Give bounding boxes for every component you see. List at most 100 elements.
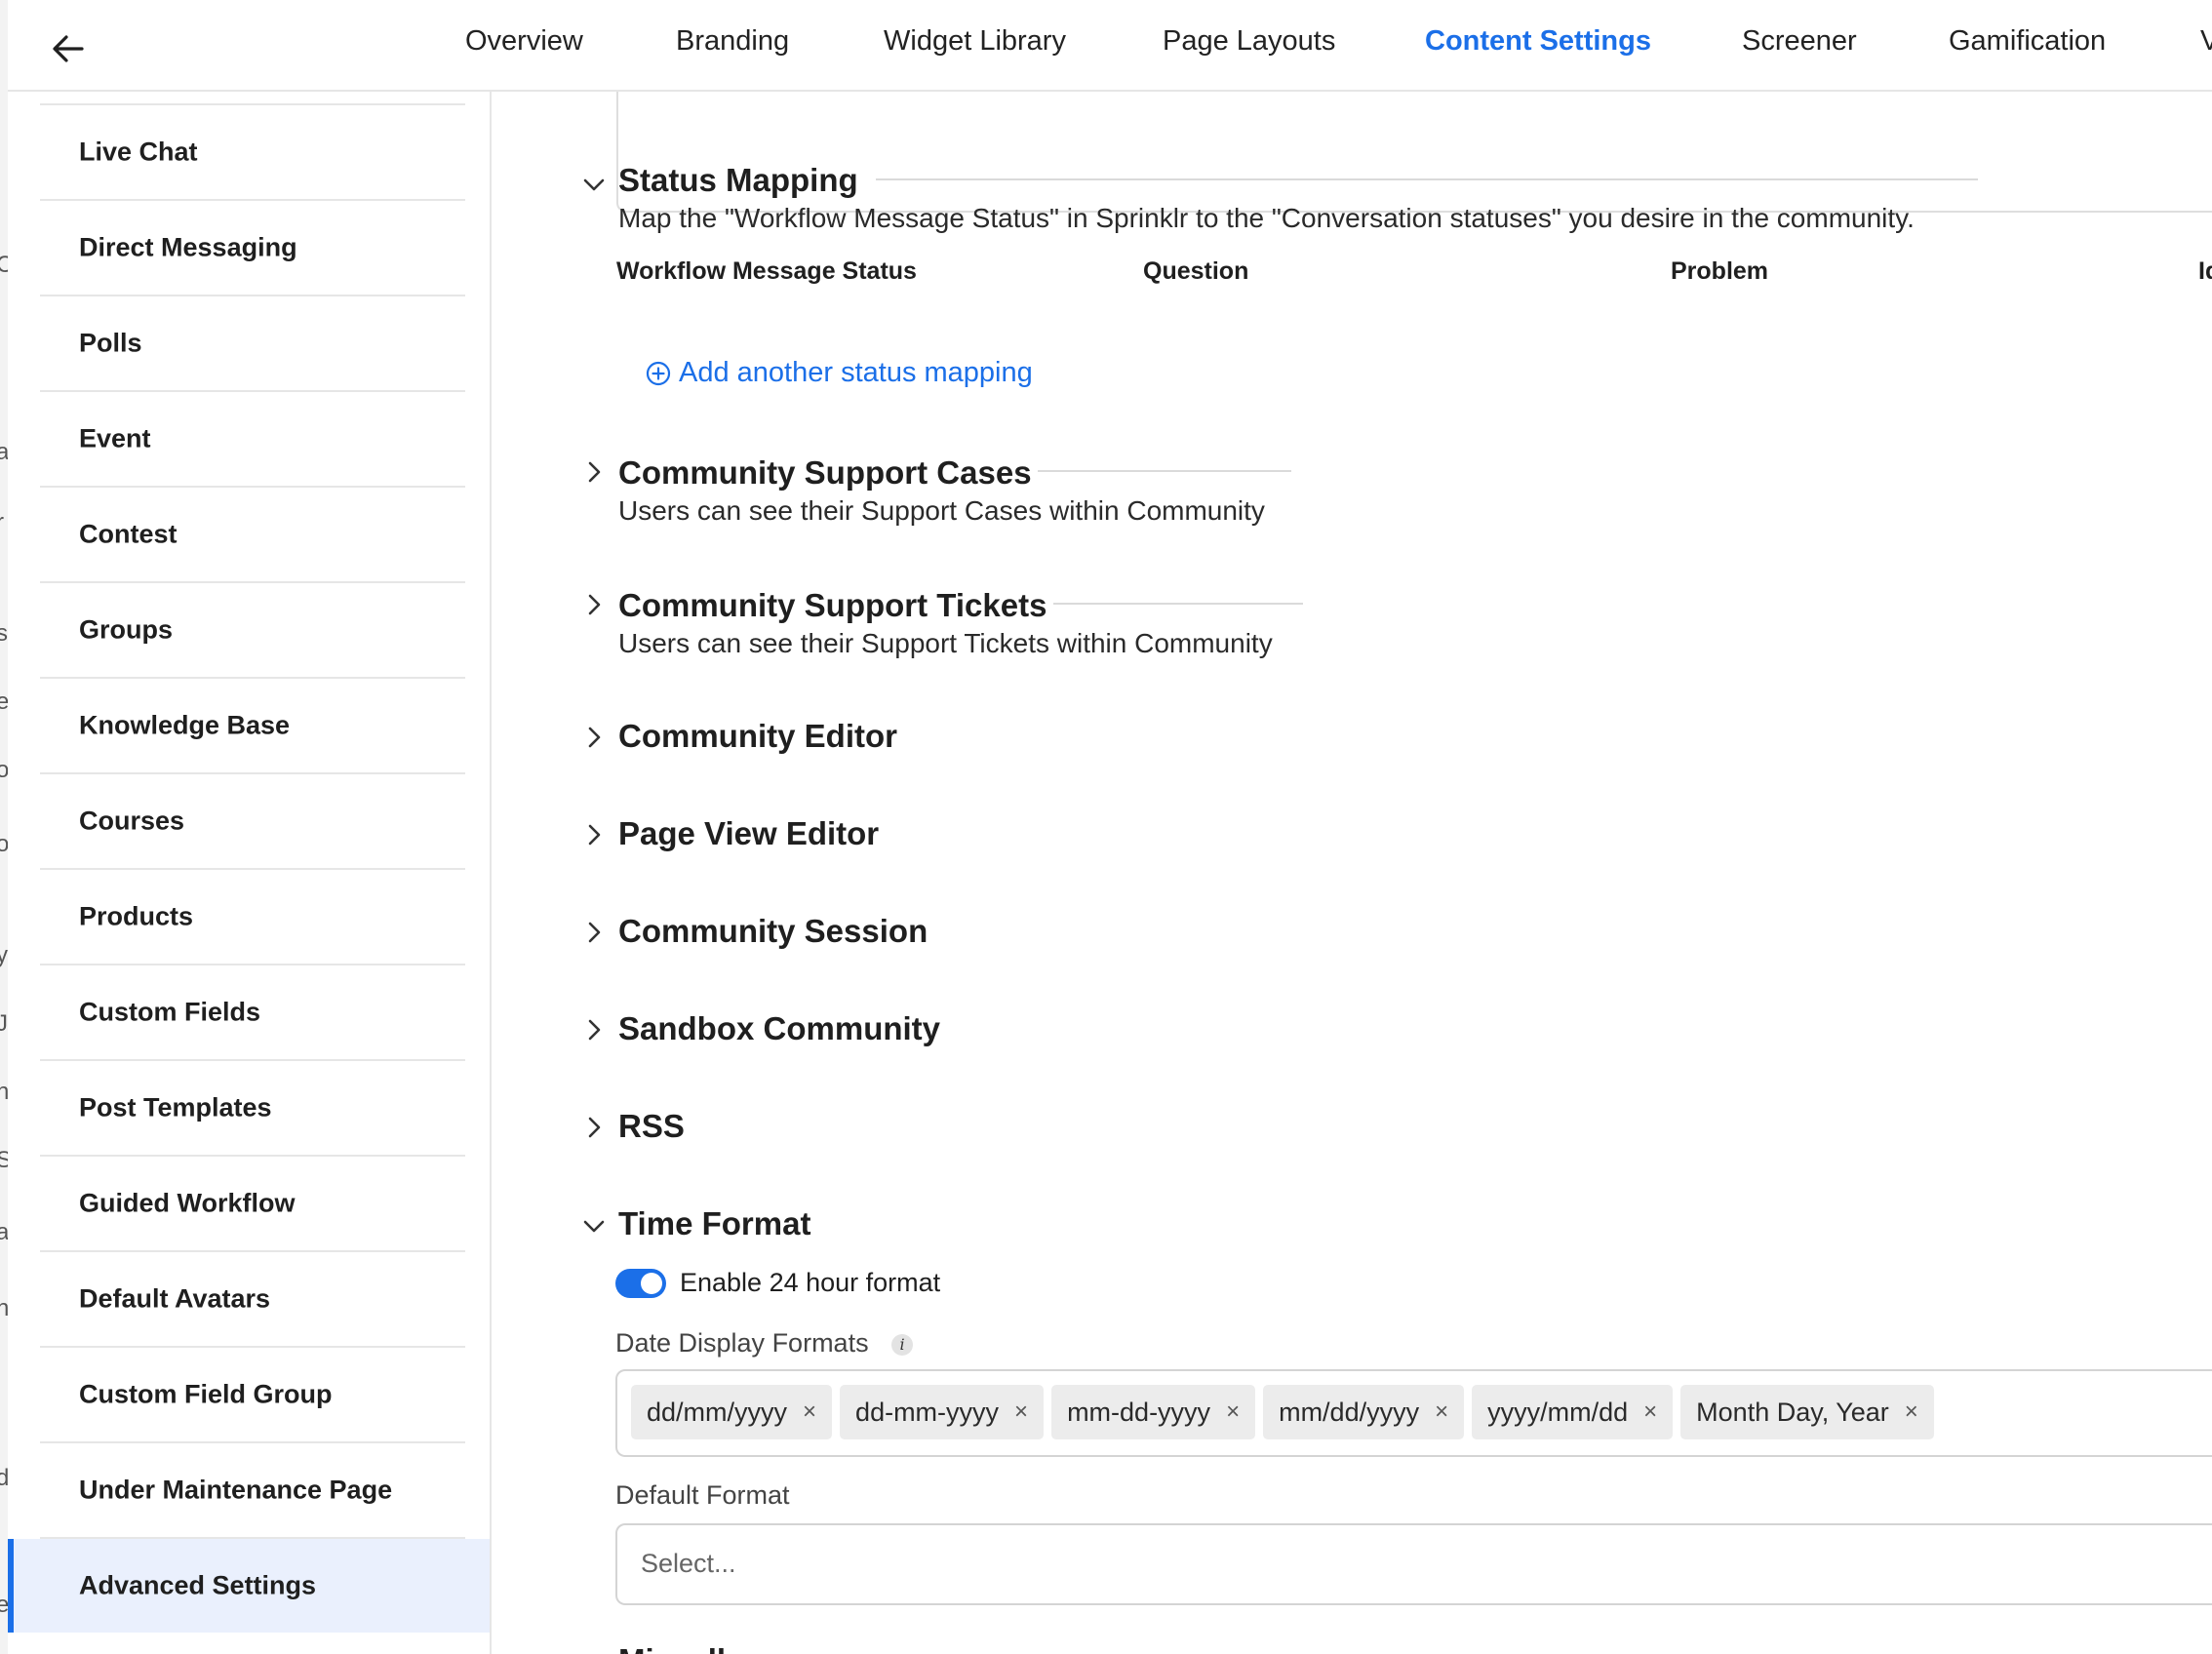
chevron-right-icon[interactable]: [579, 723, 609, 752]
date-format-chip: mm-dd-yyyy ×: [1051, 1385, 1256, 1439]
chevron-right-icon[interactable]: [579, 820, 609, 849]
date-formats-multiselect[interactable]: dd/mm/yyyy × dd-mm-yyyy × mm-dd-yyyy × mm/d…: [615, 1369, 2212, 1457]
toggle-knob: [641, 1273, 662, 1294]
sidebar-item-custom-fields[interactable]: Custom Fields: [40, 965, 465, 1061]
chevron-down-icon[interactable]: [579, 170, 609, 199]
section-title-status-mapping[interactable]: Status Mapping: [618, 162, 858, 199]
edge-letter: y: [0, 942, 8, 969]
sidebar-item-label: Courses: [79, 806, 185, 836]
sidebar-item-label: Guided Workflow: [79, 1188, 296, 1218]
column-header: Workflow Message Status: [616, 257, 917, 285]
section-description: Map the "Workflow Message Status" in Spr…: [618, 203, 1915, 233]
sidebar-item-knowledge-base[interactable]: Knowledge Base: [40, 679, 465, 774]
sidebar-item-event[interactable]: Event: [40, 392, 465, 488]
default-format-label: Default Format: [615, 1480, 790, 1510]
sidebar-item-products[interactable]: Products: [40, 870, 465, 965]
chevron-right-icon[interactable]: [579, 457, 609, 487]
chevron-right-icon[interactable]: [579, 918, 609, 947]
sidebar-item-label: Default Avatars: [79, 1283, 271, 1314]
chip-label: mm-dd-yyyy: [1067, 1397, 1211, 1427]
sidebar-item-label: Custom Fields: [79, 997, 261, 1027]
settings-sidebar: Live Chat Direct Messaging Polls Event C…: [8, 92, 492, 1654]
remove-chip-icon[interactable]: ×: [803, 1398, 816, 1426]
sidebar-item-label: Post Templates: [79, 1092, 272, 1122]
tab-overflow[interactable]: V: [2200, 25, 2212, 58]
tab-widget-library[interactable]: Widget Library: [884, 25, 1066, 58]
tab-screener[interactable]: Screener: [1742, 25, 1857, 58]
date-format-chip: yyyy/mm/dd ×: [1472, 1385, 1674, 1439]
date-display-formats-label: Date Display Formats: [615, 1328, 869, 1358]
sidebar-item-groups[interactable]: Groups: [40, 583, 465, 679]
sidebar-item-contest[interactable]: Contest: [40, 488, 465, 583]
section-title-page-view-editor[interactable]: Page View Editor: [618, 815, 879, 852]
sidebar-item-label: Direct Messaging: [79, 232, 297, 262]
select-placeholder: Select...: [641, 1549, 736, 1578]
sidebar-item-polls[interactable]: Polls: [40, 296, 465, 392]
section-description: Users can see their Support Tickets with…: [618, 628, 1273, 658]
toggle-label: Enable 24 hour format: [680, 1268, 941, 1297]
section-description: Users can see their Support Cases within…: [618, 495, 1265, 526]
sidebar-item-label: Knowledge Base: [79, 710, 291, 740]
chevron-right-icon[interactable]: [579, 1015, 609, 1044]
section-title-rss[interactable]: RSS: [618, 1108, 685, 1145]
sidebar-item-default-avatars[interactable]: Default Avatars: [40, 1252, 465, 1348]
date-format-chip: Month Day, Year ×: [1680, 1385, 1934, 1439]
sidebar-item-under-maintenance-page[interactable]: Under Maintenance Page: [40, 1443, 465, 1539]
tab-branding[interactable]: Branding: [676, 25, 789, 58]
sidebar-item-label: Products: [79, 901, 194, 931]
sidebar-item-guided-workflow[interactable]: Guided Workflow: [40, 1157, 465, 1252]
section-title-partial[interactable]: Miscell: [618, 1642, 726, 1654]
sidebar-item-advanced-settings[interactable]: Advanced Settings: [8, 1539, 490, 1633]
section-title-community-session[interactable]: Community Session: [618, 913, 928, 950]
sidebar-item-custom-field-group[interactable]: Custom Field Group: [40, 1348, 465, 1443]
section-title-support-cases[interactable]: Community Support Cases: [618, 454, 1032, 492]
remove-chip-icon[interactable]: ×: [1435, 1398, 1448, 1426]
remove-chip-icon[interactable]: ×: [1014, 1398, 1028, 1426]
sidebar-item-live-chat[interactable]: Live Chat: [40, 105, 465, 201]
section-title-community-editor[interactable]: Community Editor: [618, 718, 897, 755]
default-format-select[interactable]: Select...: [615, 1523, 2212, 1605]
divider: [876, 178, 1978, 180]
chevron-right-icon[interactable]: [579, 590, 609, 619]
tab-gamification[interactable]: Gamification: [1949, 25, 2106, 58]
edge-letter: s: [0, 620, 8, 648]
chevron-down-icon[interactable]: [579, 1211, 609, 1240]
chip-label: dd-mm-yyyy: [855, 1397, 1000, 1427]
section-title-sandbox-community[interactable]: Sandbox Community: [618, 1010, 940, 1047]
remove-chip-icon[interactable]: ×: [1226, 1398, 1240, 1426]
sidebar-item-label: Event: [79, 423, 151, 453]
24-hour-format-toggle[interactable]: [615, 1269, 666, 1298]
section-title-support-tickets[interactable]: Community Support Tickets: [618, 587, 1047, 624]
remove-chip-icon[interactable]: ×: [1643, 1398, 1657, 1426]
column-header: Problem: [1671, 257, 1769, 285]
date-format-chip: mm/dd/yyyy ×: [1263, 1385, 1465, 1439]
chip-label: mm/dd/yyyy: [1279, 1397, 1420, 1427]
tab-content-settings[interactable]: Content Settings: [1425, 25, 1651, 58]
date-format-chip: dd-mm-yyyy ×: [840, 1385, 1045, 1439]
sidebar-item-label: Contest: [79, 519, 178, 549]
chevron-right-icon[interactable]: [579, 1113, 609, 1142]
tab-overview[interactable]: Overview: [465, 25, 583, 58]
edge-letter: r: [0, 509, 4, 536]
sidebar-item-label: Advanced Settings: [79, 1570, 317, 1600]
add-status-mapping-link[interactable]: Add another status mapping: [646, 357, 1033, 389]
divider: [1053, 603, 1303, 605]
sidebar-item-label: Groups: [79, 614, 174, 645]
chip-label: dd/mm/yyyy: [647, 1397, 788, 1427]
sidebar-item-post-templates[interactable]: Post Templates: [40, 1061, 465, 1157]
chip-label: yyyy/mm/dd: [1487, 1397, 1629, 1427]
sidebar-item-courses[interactable]: Courses: [40, 774, 465, 870]
back-button[interactable]: [45, 25, 92, 72]
divider: [1038, 470, 1291, 472]
tab-page-layouts[interactable]: Page Layouts: [1163, 25, 1335, 58]
content-settings-panel: Status Mapping Map the "Workflow Message…: [492, 92, 2212, 1654]
arrow-left-icon: [53, 35, 84, 62]
sidebar-item-label: Custom Field Group: [79, 1379, 333, 1409]
section-title-time-format[interactable]: Time Format: [618, 1205, 810, 1242]
remove-chip-icon[interactable]: ×: [1905, 1398, 1918, 1426]
chip-label: Month Day, Year: [1696, 1397, 1889, 1427]
info-icon[interactable]: i: [891, 1334, 913, 1356]
sidebar-item-direct-messaging[interactable]: Direct Messaging: [40, 201, 465, 296]
edge-letter: J: [0, 1010, 8, 1038]
top-navigation: Overview Branding Widget Library Page La…: [8, 0, 2212, 92]
